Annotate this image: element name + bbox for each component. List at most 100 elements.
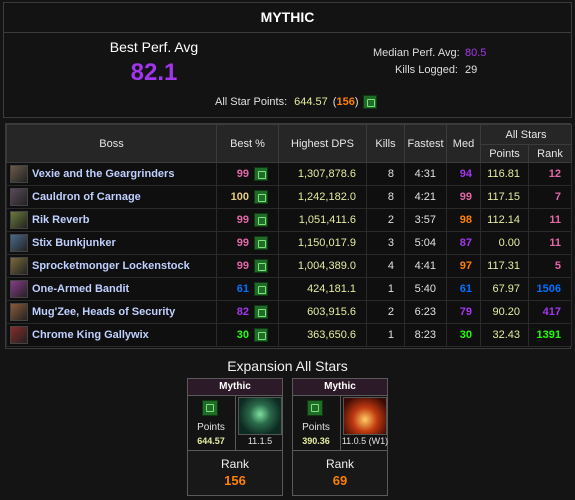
table-row[interactable]: Vexie and the Geargrinders 99 1,307,878.… [6, 162, 572, 186]
all-star-points: 0.00 [480, 231, 529, 255]
points-value: 390.36 [302, 436, 330, 446]
boss-cell: Chrome King Gallywix [6, 323, 217, 347]
expansion-card: Mythic Points 644.57 11.1.5 Rank 156 [187, 378, 283, 496]
gear-stats-icon[interactable] [254, 167, 268, 181]
all-star-rank: 417 [528, 300, 572, 324]
boss-name-link[interactable]: Sprocketmonger Lockenstock [32, 260, 190, 272]
panel-title: MYTHIC [260, 9, 315, 25]
median-percent: 61 [446, 277, 481, 301]
all-star-rank: (156) [332, 96, 359, 108]
table-row[interactable]: Sprocketmonger Lockenstock 99 1,004,389.… [6, 254, 572, 278]
median-percent: 94 [446, 162, 481, 186]
all-star-points-label: All Star Points: [215, 96, 288, 108]
header-boss[interactable]: Boss [6, 124, 217, 163]
gear-stats-icon[interactable] [202, 400, 218, 416]
kills: 1 [366, 323, 405, 347]
gear-stats-icon[interactable] [254, 236, 268, 250]
gear-stats-icon[interactable] [362, 95, 377, 109]
boss-portrait-icon [10, 326, 28, 344]
boss-name-link[interactable]: One-Armed Bandit [32, 283, 129, 295]
best-percent-cell: 30 [216, 323, 279, 347]
table-row[interactable]: Mug'Zee, Heads of Security 82 603,915.6 … [6, 300, 572, 324]
best-percent: 82 [236, 305, 249, 318]
boss-cell: Vexie and the Geargrinders [6, 162, 217, 186]
best-percent-cell: 100 [216, 185, 279, 209]
kills: 1 [366, 277, 405, 301]
all-star-rank: 11 [528, 208, 572, 232]
boss-name-link[interactable]: Vexie and the Geargrinders [32, 168, 174, 180]
gear-stats-icon[interactable] [254, 305, 268, 319]
header-points[interactable]: Points [480, 144, 529, 163]
all-star-rank: 1391 [528, 323, 572, 347]
all-star-rank: 7 [528, 185, 572, 209]
gear-stats-icon[interactable] [254, 259, 268, 273]
best-percent-cell: 99 [216, 231, 279, 255]
all-star-rank: 1506 [528, 277, 572, 301]
header-dps[interactable]: Highest DPS [278, 124, 367, 163]
boss-name-link[interactable]: Chrome King Gallywix [32, 329, 149, 341]
rank-label: Rank [220, 457, 249, 471]
highest-dps: 363,650.6 [278, 323, 367, 347]
boss-name-link[interactable]: Rik Reverb [32, 214, 89, 226]
fastest-time: 5:04 [404, 231, 447, 255]
expansion-all-stars-title: Expansion All Stars [227, 358, 348, 374]
all-star-rank: 5 [528, 254, 572, 278]
median-percent: 98 [446, 208, 481, 232]
median-percent: 30 [446, 323, 481, 347]
all-star-rank-value: 156 [336, 96, 355, 108]
all-star-points: 67.97 [480, 277, 529, 301]
boss-name-link[interactable]: Mug'Zee, Heads of Security [32, 306, 175, 318]
all-star-points: 117.15 [480, 185, 529, 209]
boss-portrait-icon [10, 303, 28, 321]
all-star-points: 116.81 [480, 162, 529, 186]
gear-stats-icon[interactable] [254, 213, 268, 227]
header-best[interactable]: Best % [216, 124, 279, 163]
all-star-rank: 12 [528, 162, 572, 186]
header-med[interactable]: Med [446, 124, 481, 163]
expansion-card: Mythic Points 390.36 11.0.5 (W1) Rank 69 [292, 378, 388, 496]
boss-name-link[interactable]: Stix Bunkjunker [32, 237, 116, 249]
highest-dps: 424,181.1 [278, 277, 367, 301]
rank-label: Rank [325, 457, 354, 471]
fastest-time: 4:41 [404, 254, 447, 278]
median-percent: 97 [446, 254, 481, 278]
boss-portrait-icon [10, 280, 28, 298]
boss-portrait-icon [10, 234, 28, 252]
table-row[interactable]: Rik Reverb 99 1,051,411.6 2 3:57 98 112.… [6, 208, 572, 232]
all-star-points: 112.14 [480, 208, 529, 232]
mythic-summary-panel: MYTHIC Best Perf. Avg 82.1 Median Perf. … [3, 2, 572, 118]
boss-portrait-icon [10, 257, 28, 275]
best-percent-cell: 99 [216, 162, 279, 186]
best-percent: 99 [236, 213, 249, 226]
best-percent: 100 [230, 190, 249, 203]
points-label: Points [197, 422, 225, 433]
best-percent-cell: 99 [216, 254, 279, 278]
table-row[interactable]: Stix Bunkjunker 99 1,150,017.9 3 5:04 87… [6, 231, 572, 255]
best-percent: 99 [236, 259, 249, 272]
points-label: Points [302, 422, 330, 433]
boss-name-link[interactable]: Cauldron of Carnage [32, 191, 141, 203]
median-perf-label: Median Perf. Avg: [373, 47, 460, 59]
highest-dps: 1,307,878.6 [278, 162, 367, 186]
best-perf-avg-label: Best Perf. Avg [109, 39, 199, 55]
median-percent: 99 [446, 185, 481, 209]
table-row[interactable]: Chrome King Gallywix 30 363,650.6 1 8:23… [6, 323, 572, 347]
gallywix-green-art-icon [238, 397, 282, 435]
header-kills[interactable]: Kills [366, 124, 405, 163]
gear-stats-icon[interactable] [254, 328, 268, 342]
kills: 4 [366, 254, 405, 278]
highest-dps: 1,242,182.0 [278, 185, 367, 209]
table-row[interactable]: One-Armed Bandit 61 424,181.1 1 5:40 61 … [6, 277, 572, 301]
table-row[interactable]: Cauldron of Carnage 100 1,242,182.0 8 4:… [6, 185, 572, 209]
gear-stats-icon[interactable] [307, 400, 323, 416]
boss-portrait-icon [10, 165, 28, 183]
gear-stats-icon[interactable] [254, 190, 268, 204]
header-fastest[interactable]: Fastest [404, 124, 447, 163]
boss-cell: Mug'Zee, Heads of Security [6, 300, 217, 324]
boss-portrait-icon [10, 211, 28, 229]
kills: 2 [366, 208, 405, 232]
gear-stats-icon[interactable] [254, 282, 268, 296]
boss-cell: One-Armed Bandit [6, 277, 217, 301]
best-perf-avg-value: 82.1 [130, 59, 178, 86]
header-rank[interactable]: Rank [528, 144, 572, 163]
